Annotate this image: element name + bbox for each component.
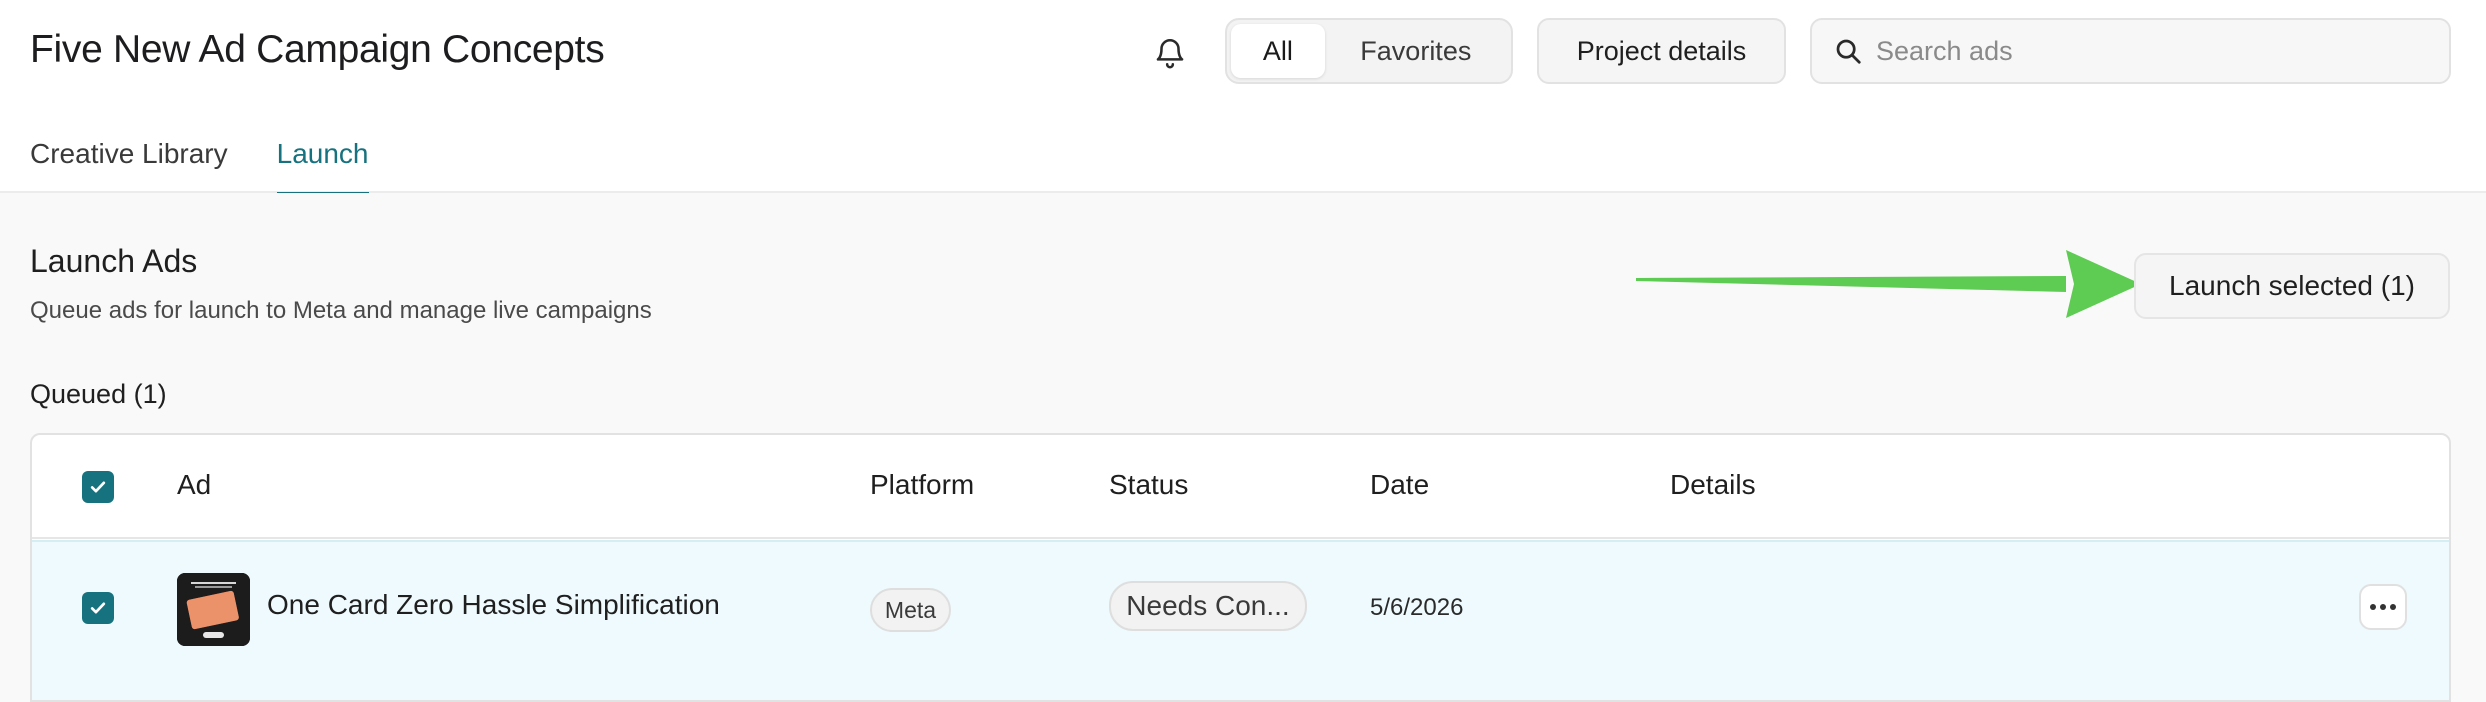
queued-label: Queued (1) bbox=[30, 379, 167, 409]
ad-thumbnail bbox=[177, 573, 250, 646]
page-title: Five New Ad Campaign Concepts bbox=[30, 28, 605, 71]
tab-bar: Creative Library Launch bbox=[30, 130, 418, 195]
status-badge: Needs Con... bbox=[1109, 581, 1307, 631]
column-status: Status bbox=[1109, 469, 1189, 500]
search-icon bbox=[1832, 35, 1864, 67]
search-box bbox=[1810, 18, 2451, 84]
table-header: Ad Platform Status Date Details bbox=[32, 435, 2449, 539]
row-date: 5/6/2026 bbox=[1370, 594, 1464, 621]
launch-panel: Launch Ads Queue ads for launch to Meta … bbox=[0, 193, 2486, 702]
table-row[interactable]: One Card Zero Hassle Simplification Meta… bbox=[32, 540, 2449, 700]
queued-ads-table: Ad Platform Status Date Details One Card… bbox=[30, 433, 2451, 702]
filter-favorites-button[interactable]: Favorites bbox=[1325, 24, 1507, 78]
row-checkbox[interactable] bbox=[82, 592, 114, 624]
arrow-annotation bbox=[1636, 250, 2141, 318]
section-title: Launch Ads bbox=[30, 243, 198, 279]
section-subtitle: Queue ads for launch to Meta and manage … bbox=[30, 297, 652, 324]
tab-creative-library[interactable]: Creative Library bbox=[30, 130, 228, 193]
filter-toggle: All Favorites bbox=[1225, 18, 1513, 84]
filter-all-button[interactable]: All bbox=[1231, 24, 1325, 78]
checkmark-icon bbox=[90, 481, 106, 493]
column-ad: Ad bbox=[177, 469, 212, 500]
launch-selected-button[interactable]: Launch selected (1) bbox=[2134, 253, 2450, 319]
search-input[interactable] bbox=[1876, 35, 2436, 67]
column-date: Date bbox=[1370, 469, 1430, 500]
column-platform: Platform bbox=[870, 469, 975, 500]
project-details-button[interactable]: Project details bbox=[1537, 18, 1786, 84]
header: Five New Ad Campaign Concepts All Favori… bbox=[0, 0, 2486, 195]
column-details: Details bbox=[1670, 469, 1756, 500]
tab-launch[interactable]: Launch bbox=[276, 130, 369, 195]
more-horizontal-icon bbox=[2370, 604, 2396, 610]
select-all-checkbox[interactable] bbox=[82, 471, 114, 503]
ad-name[interactable]: One Card Zero Hassle Simplification bbox=[267, 589, 720, 621]
bell-icon[interactable] bbox=[1148, 31, 1192, 75]
checkmark-icon bbox=[90, 602, 106, 614]
platform-badge: Meta bbox=[870, 588, 951, 632]
more-options-button[interactable] bbox=[2359, 584, 2407, 630]
